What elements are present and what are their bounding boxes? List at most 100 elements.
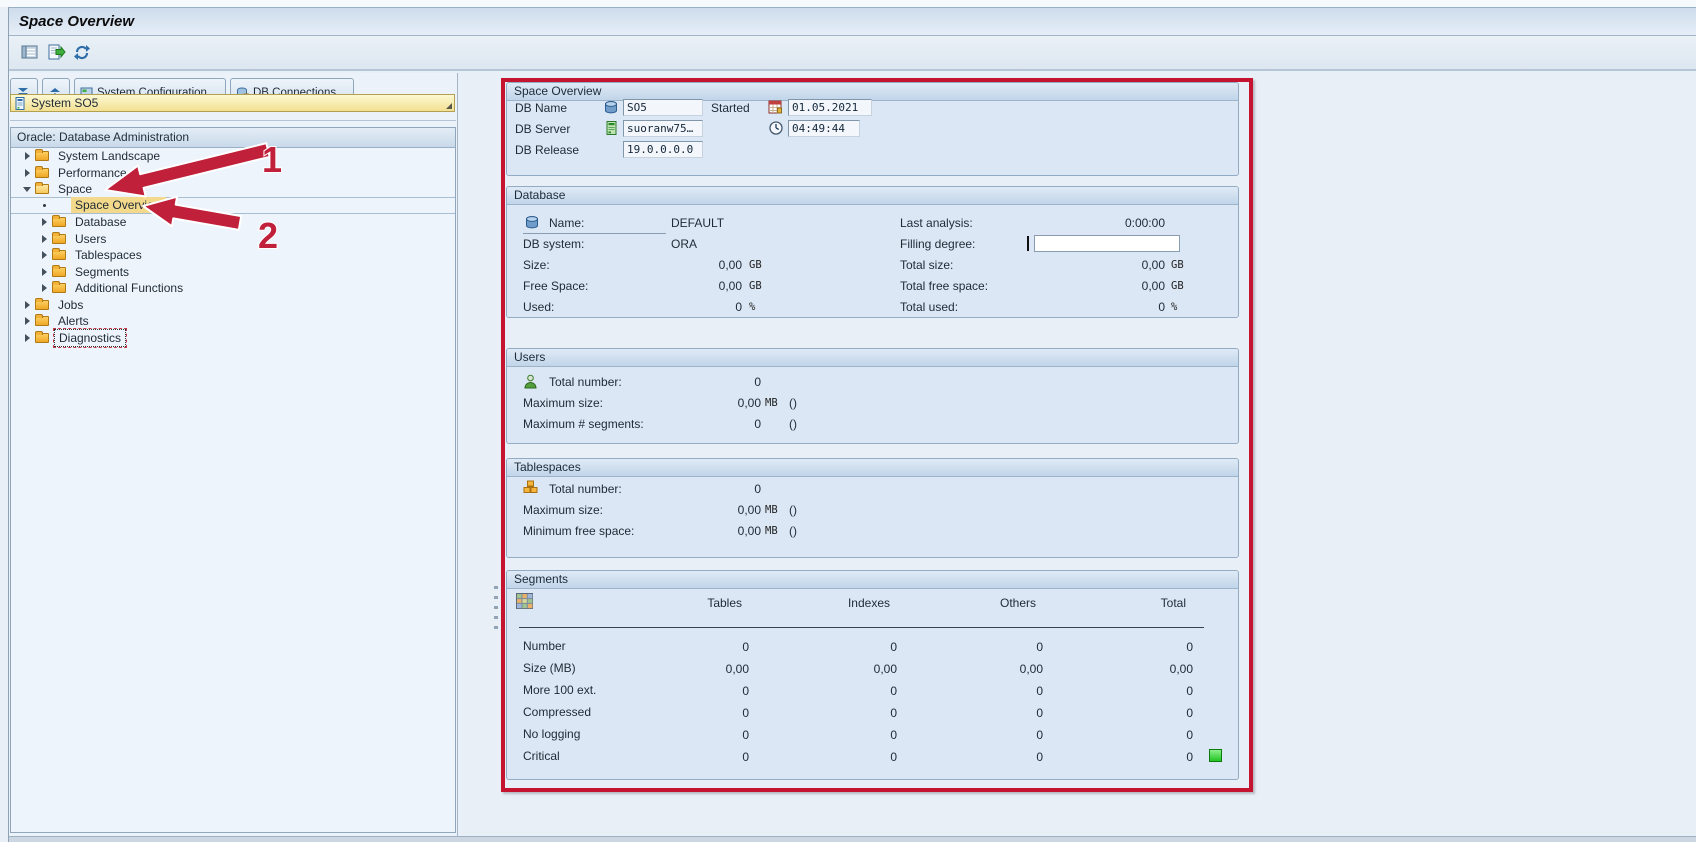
ts-total-number-value: 0 xyxy=(611,480,761,498)
tree-item-diagnostics[interactable]: Diagnostics xyxy=(11,330,455,347)
db-release-field[interactable]: 19.0.0.0.0 xyxy=(623,141,703,158)
tree-item-space[interactable]: Space xyxy=(11,181,455,198)
focused-tree-label: Diagnostics xyxy=(54,329,126,347)
export-icon xyxy=(47,44,66,61)
tree-item-users[interactable]: Users xyxy=(11,231,455,248)
expand-icon[interactable] xyxy=(23,333,33,343)
section-space-overview: Space Overview DB Name SO5 Started 01.05… xyxy=(506,82,1239,176)
ts-max-size-label: Maximum size: xyxy=(523,501,603,519)
db-server-field[interactable]: suoranw75… xyxy=(623,120,703,137)
segments-col-tables: Tables xyxy=(589,593,749,613)
expand-icon[interactable] xyxy=(40,267,50,277)
folder-icon xyxy=(35,316,49,326)
db-name-row-label: Name: xyxy=(549,214,584,232)
total-size-value: 0,00 xyxy=(1005,256,1165,274)
segments-cell: 0 xyxy=(883,725,1043,745)
tree-item-segments[interactable]: Segments xyxy=(11,264,455,281)
expand-icon[interactable] xyxy=(40,283,50,293)
ts-max-size-paren: () xyxy=(789,501,797,519)
tab-system-configuration[interactable]: System Configuration xyxy=(74,78,226,94)
segments-cell: 0,00 xyxy=(1033,659,1193,679)
table-grid-icon xyxy=(516,593,533,609)
system-icon xyxy=(15,97,26,110)
segments-cell: 0 xyxy=(737,681,897,701)
critical-status-led-green xyxy=(1209,749,1222,762)
user-icon xyxy=(524,374,537,389)
total-used-unit: % xyxy=(1171,298,1177,316)
segments-col-others: Others xyxy=(883,593,1043,613)
clock-icon xyxy=(769,121,783,135)
tree-item-jobs[interactable]: Jobs xyxy=(11,297,455,314)
segments-cell: 0 xyxy=(737,703,897,723)
tree-item-additional-functions[interactable]: Additional Functions xyxy=(11,280,455,297)
filling-degree-input[interactable] xyxy=(1034,235,1180,252)
folder-icon xyxy=(35,168,49,178)
free-space-label: Free Space: xyxy=(523,277,588,295)
tree-item-tablespaces[interactable]: Tablespaces xyxy=(11,247,455,264)
users-max-size-paren: () xyxy=(789,394,797,412)
collapse-all-button[interactable] xyxy=(10,78,38,94)
tree-item-system-landscape[interactable]: System Landscape xyxy=(11,148,455,165)
tree-item-space-overview[interactable]: Space Overview xyxy=(11,198,455,215)
tree-item-database[interactable]: Database xyxy=(11,214,455,231)
expand-all-button[interactable] xyxy=(42,78,70,94)
folder-icon xyxy=(35,300,49,310)
section-title: Tablespaces xyxy=(507,459,1238,477)
expand-icon[interactable] xyxy=(23,300,33,310)
db-server-label: DB Server xyxy=(515,120,570,138)
expand-icon[interactable] xyxy=(40,250,50,260)
double-chevron-up-icon xyxy=(48,87,62,94)
panel-separator xyxy=(10,120,456,121)
system-selector[interactable]: System SO5 xyxy=(10,94,455,112)
open-folder-icon xyxy=(35,184,49,194)
tab-label: System Configuration xyxy=(97,87,207,94)
total-size-label: Total size: xyxy=(900,256,953,274)
expand-icon[interactable] xyxy=(40,217,50,227)
folder-icon xyxy=(52,234,66,244)
db-connections-icon xyxy=(236,87,249,94)
segments-row-label: Number xyxy=(523,637,566,655)
db-name-value[interactable]: DEFAULT xyxy=(671,214,724,232)
ts-min-free-value: 0,00 xyxy=(611,522,761,540)
navigation-panel: System Configuration DB Connections Syst… xyxy=(9,73,458,836)
expand-icon[interactable] xyxy=(23,168,33,178)
database-icon xyxy=(604,101,618,114)
tree-item-alerts[interactable]: Alerts xyxy=(11,313,455,330)
free-space-unit: GB xyxy=(749,277,762,295)
segments-cell: 0 xyxy=(1033,637,1193,657)
selected-tree-label: Space Overview xyxy=(71,197,166,213)
segments-cell: 0 xyxy=(883,747,1043,767)
section-tablespaces: Tablespaces Total number: 0 Maximum size… xyxy=(506,458,1239,558)
window-top-edge xyxy=(0,0,1696,7)
collapse-icon[interactable] xyxy=(23,184,33,194)
expand-icon[interactable] xyxy=(23,151,33,161)
segments-col-total: Total xyxy=(1033,593,1193,613)
started-date-field[interactable]: 01.05.2021 xyxy=(788,99,872,116)
tab-db-connections[interactable]: DB Connections xyxy=(230,78,354,94)
segments-row-label: Critical xyxy=(523,747,560,765)
started-label: Started xyxy=(711,99,750,117)
expand-icon[interactable] xyxy=(40,234,50,244)
started-time-field[interactable]: 04:49:44 xyxy=(788,120,860,137)
folder-icon xyxy=(52,267,66,277)
calendar-icon xyxy=(768,100,783,114)
refresh-button[interactable] xyxy=(73,44,93,64)
tree-item-performance[interactable]: Performance xyxy=(11,165,455,182)
db-name-field[interactable]: SO5 xyxy=(623,99,703,116)
total-size-unit: GB xyxy=(1171,256,1184,274)
refresh-icon xyxy=(73,44,91,61)
section-title: Database xyxy=(507,187,1238,205)
db-name-label: DB Name xyxy=(515,99,567,117)
users-total-number-value: 0 xyxy=(611,373,761,391)
expand-icon[interactable] xyxy=(23,316,33,326)
section-title: Space Overview xyxy=(507,83,1238,101)
tablespace-icon xyxy=(523,480,538,494)
server-icon xyxy=(606,121,617,135)
title-bar: Space Overview xyxy=(9,7,1696,36)
export-button[interactable] xyxy=(47,44,67,64)
details-button[interactable] xyxy=(21,44,41,64)
double-chevron-down-icon xyxy=(16,87,30,94)
splitter-grip[interactable] xyxy=(494,586,498,634)
folder-icon xyxy=(52,283,66,293)
section-database: Database Name: DEFAULT Last analysis: 0:… xyxy=(506,186,1239,318)
